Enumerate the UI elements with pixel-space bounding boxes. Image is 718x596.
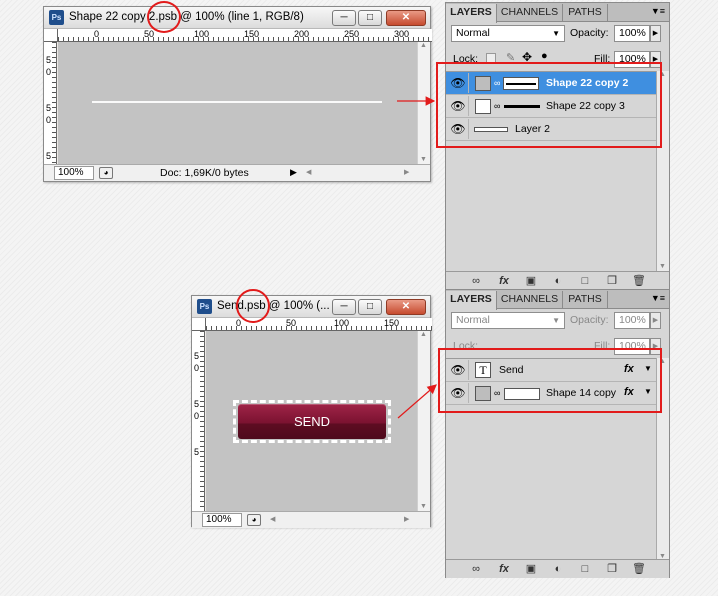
- annotation-arrows: [397, 96, 437, 419]
- arrow-to-panel2: [397, 384, 437, 419]
